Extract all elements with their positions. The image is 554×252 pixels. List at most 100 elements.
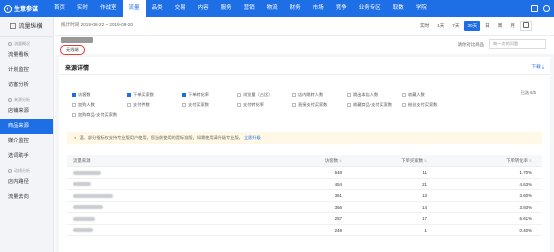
download-link[interactable]: 下载 ⤓ — [531, 64, 544, 70]
nav-item[interactable]: 品类 — [146, 0, 169, 17]
nav-item[interactable]: 内容 — [192, 0, 215, 17]
checkbox[interactable] — [182, 92, 186, 97]
sidebar-item[interactable]: 商品来源 — [0, 119, 53, 134]
metric-option[interactable]: 支付转化率 — [237, 101, 292, 108]
compare-product-select[interactable]: 每一次的问题 — [489, 39, 546, 49]
top-navigation: ◐ 生意参谋 首页 实时 作战室 流量 品类 交易 内容 服务 营销 物流 财务 市场 竞争 业务专区 取数… — [0, 0, 554, 17]
nav-item[interactable]: 物流 — [261, 0, 284, 17]
redacted-source-name — [73, 205, 103, 210]
device-tag[interactable]: 无线端 — [60, 45, 85, 55]
metric-option[interactable]: 店内跳转人数 — [292, 91, 347, 98]
selected-count[interactable]: 已选 5/5 — [521, 90, 536, 96]
metric-option[interactable] — [457, 101, 512, 108]
period-button[interactable]: 实时 — [417, 21, 432, 31]
nav-item[interactable]: 交易 — [169, 0, 192, 17]
metric-option[interactable]: 加购人数 — [72, 101, 127, 108]
redacted-source-name — [73, 228, 93, 233]
sidebar-item[interactable]: 访客分析 — [0, 78, 53, 93]
logo[interactable]: ◐ 生意参谋 — [0, 4, 48, 13]
metric-option[interactable]: 跳出本店人数 — [347, 91, 402, 98]
nav-item[interactable]: 业务专区 — [353, 0, 387, 17]
metric-option[interactable]: 粉丝支付买家数 — [402, 101, 457, 108]
sidebar-item[interactable]: 店铺来源 — [0, 104, 53, 119]
rate-cell: 4.63% — [519, 181, 532, 187]
metric-option[interactable]: 访客数 — [72, 91, 127, 98]
buyers-cell: 17 — [422, 216, 427, 221]
message-icon[interactable] — [531, 5, 538, 12]
period-button[interactable]: 1天 — [434, 21, 447, 31]
redacted-source-name — [73, 170, 101, 175]
metric-option[interactable]: 收藏商品-支付买家数 — [347, 101, 402, 108]
period-button[interactable]: 7天 — [449, 21, 462, 31]
sidebar-item[interactable]: 媒介监控 — [0, 134, 53, 149]
user-icon[interactable] — [543, 5, 550, 12]
period-button[interactable]: 日 — [482, 21, 493, 31]
metric-option[interactable]: 浏览量（占比） — [237, 91, 292, 98]
checkbox[interactable] — [182, 102, 186, 107]
upgrade-link[interactable]: 立即升级 — [244, 135, 261, 140]
table-row[interactable]: 454 21 4.63% — [67, 179, 542, 190]
checkbox[interactable] — [292, 102, 296, 107]
nav-item[interactable]: 竞争 — [330, 0, 353, 17]
sidebar-item[interactable]: 店内路径 — [0, 175, 53, 190]
period-button[interactable]: 30天 — [464, 21, 481, 31]
checkbox[interactable] — [72, 92, 76, 97]
calendar-button[interactable] — [520, 21, 532, 31]
metric-option[interactable]: 支付买家数 — [182, 101, 237, 108]
group-icon — [8, 169, 12, 173]
sidebar-title: 流量纵横 — [0, 17, 53, 37]
col-visitors[interactable]: 访客数⇅ — [267, 155, 342, 166]
checkbox[interactable] — [72, 102, 76, 107]
sidebar-item[interactable]: 选词助手 — [0, 149, 53, 164]
checkbox[interactable] — [347, 102, 351, 107]
table-row[interactable]: 361 13 3.60% — [67, 190, 542, 202]
table-row[interactable]: 257 17 6.61% — [67, 213, 542, 225]
sidebar-item[interactable]: 流量看板 — [0, 48, 53, 63]
card-title: 来源详情 — [65, 66, 90, 72]
table-row[interactable]: 249 1 0.40% — [67, 225, 542, 236]
nav-item[interactable]: 市场 — [307, 0, 330, 17]
rate-cell: 6.61% — [519, 216, 532, 221]
metric-option[interactable]: 收藏人数 — [402, 91, 457, 98]
rate-cell: 1.70% — [519, 170, 532, 175]
checkbox[interactable] — [237, 92, 241, 97]
nav-item[interactable]: 作战室 — [94, 0, 123, 17]
nav-item[interactable]: 流量 — [122, 0, 146, 17]
metric-option[interactable]: 下单买家数 — [127, 91, 182, 98]
sidebar-item[interactable]: 计划监控 — [0, 63, 53, 78]
table-row[interactable]: 648 11 1.70% — [67, 167, 542, 179]
period-button[interactable]: 月 — [507, 21, 518, 31]
nav-item[interactable]: 财务 — [284, 0, 307, 17]
checkbox[interactable] — [402, 92, 406, 97]
metric-option[interactable] — [127, 111, 182, 118]
redacted-source-name — [73, 182, 91, 187]
nav-item[interactable]: 服务 — [215, 0, 238, 17]
metric-option[interactable]: 加购商品-支付买家数 — [72, 111, 127, 118]
nav-item[interactable]: 首页 — [48, 0, 71, 17]
checkbox[interactable] — [292, 92, 296, 97]
nav-item[interactable]: 营销 — [238, 0, 261, 17]
nav-item[interactable]: 取数 — [387, 0, 410, 17]
metric-option[interactable]: 支付件数 — [127, 101, 182, 108]
table-row[interactable]: 356 14 3.93% — [67, 202, 542, 213]
period-button[interactable]: 周 — [495, 21, 506, 31]
checkbox[interactable] — [402, 102, 406, 107]
checkbox[interactable] — [72, 112, 76, 117]
buyers-cell: 21 — [422, 181, 427, 187]
col-rate[interactable]: 下单转化率⇅ — [427, 155, 537, 166]
upgrade-notice: ● 温、部分指标仅支持专业版用户使用，您当前使用的是标准版，如需使用请升级专业版。… — [67, 132, 542, 144]
checkbox[interactable] — [127, 102, 131, 107]
nav-item[interactable]: 学院 — [410, 0, 433, 17]
sidebar-item[interactable]: 流量去向 — [0, 190, 53, 205]
metric-option[interactable]: 下单转化率 — [182, 91, 237, 98]
col-buyers[interactable]: 下单买家数⇅ — [342, 155, 427, 166]
divider — [59, 74, 550, 75]
metric-option[interactable] — [457, 91, 512, 98]
checkbox[interactable] — [347, 92, 351, 97]
checkbox[interactable] — [237, 102, 241, 107]
sidebar-group-label: 动线分析 — [0, 164, 53, 175]
nav-item[interactable]: 实时 — [71, 0, 94, 17]
checkbox[interactable] — [127, 92, 131, 97]
redacted-source-name — [73, 216, 95, 221]
metric-option[interactable]: 直接支付买家数 — [292, 101, 347, 108]
